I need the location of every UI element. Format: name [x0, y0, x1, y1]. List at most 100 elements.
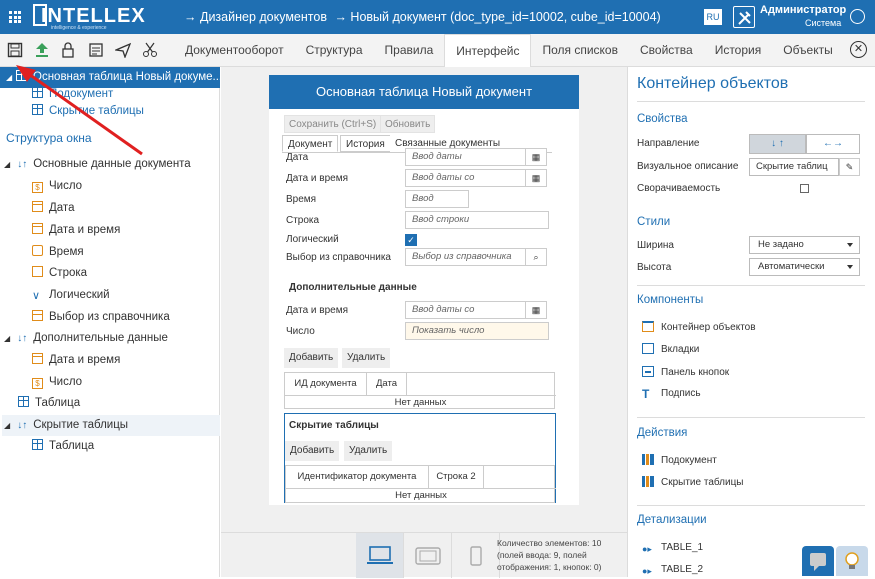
- action-subdoc[interactable]: Подокумент: [642, 454, 717, 466]
- desktop-icon[interactable]: [356, 533, 404, 578]
- tab-structure[interactable]: Структура: [295, 34, 374, 67]
- layout-arrows-icon: ↓↑: [17, 420, 28, 431]
- height-select[interactable]: Автоматически: [749, 258, 860, 276]
- width-select[interactable]: Не задано: [749, 236, 860, 254]
- user-avatar-icon[interactable]: [850, 9, 865, 24]
- string-icon: [32, 266, 43, 277]
- tab-properties[interactable]: Свойства: [629, 34, 704, 67]
- top-bar: INTELLEX intelligence & experience → Диз…: [0, 0, 875, 34]
- tree-node[interactable]: Дата и время: [32, 220, 120, 241]
- upload-icon[interactable]: [32, 40, 52, 60]
- tree-node[interactable]: Дата и время: [32, 350, 120, 371]
- properties-panel: Контейнер объектов Свойства Направление …: [627, 67, 875, 577]
- breadcrumb-item[interactable]: → Дизайнер документов: [184, 10, 327, 24]
- tree-node[interactable]: Дата: [32, 198, 74, 219]
- component-caption[interactable]: T Подпись: [642, 388, 701, 400]
- direction-vertical-button[interactable]: ↓ ↑: [749, 134, 806, 154]
- tab-rules[interactable]: Правила: [374, 34, 445, 67]
- edit-pencil-icon[interactable]: ✎: [839, 158, 860, 176]
- search-icon[interactable]: ⌕: [525, 248, 547, 266]
- lock-icon[interactable]: [58, 40, 78, 60]
- form-icon[interactable]: [86, 40, 106, 60]
- tab-workflow[interactable]: Документооборот: [174, 34, 295, 67]
- detail-table-1[interactable]: ●▸ TABLE_1: [642, 542, 703, 555]
- delete-button[interactable]: Удалить: [342, 348, 391, 368]
- table-icon: [32, 104, 43, 115]
- delete-button[interactable]: Удалить: [344, 441, 393, 461]
- action-hide-table[interactable]: Скрытие таблицы: [642, 476, 744, 488]
- no-data-label: Нет данных: [286, 488, 556, 502]
- column-header[interactable]: Строка 2: [429, 466, 484, 488]
- save-button[interactable]: Сохранить (Ctrl+S): [284, 115, 382, 133]
- add-button[interactable]: Добавить: [285, 441, 340, 461]
- tree-node[interactable]: ◢ ↓↑ Основные данные документа: [4, 154, 191, 175]
- field-label: Дата и время: [286, 173, 349, 184]
- datetime-input[interactable]: Ввод даты со временем: [405, 301, 527, 331]
- chart-icon: [642, 476, 654, 487]
- boolean-icon: ∨: [32, 290, 41, 302]
- calendar-icon[interactable]: ▦: [525, 148, 547, 166]
- save-icon[interactable]: [5, 40, 25, 60]
- element-counts: Количество элементов: 10 (полей ввода: 9…: [497, 538, 602, 572]
- language-switch[interactable]: RU: [704, 9, 722, 25]
- visual-desc-label: Визуальное описание: [637, 161, 739, 172]
- tab-objects[interactable]: Объекты: [772, 34, 844, 67]
- tree-child-hide-table[interactable]: Скрытие таблицы: [32, 101, 144, 122]
- table-icon: [32, 87, 43, 98]
- add-button[interactable]: Добавить: [284, 348, 339, 368]
- reference-input[interactable]: Выбор из справочника: [405, 248, 527, 266]
- string-input[interactable]: Ввод строки: [405, 211, 549, 229]
- tree-node[interactable]: Время: [32, 242, 84, 263]
- component-tabs[interactable]: Вкладки: [642, 343, 699, 355]
- tree-node[interactable]: $ Число: [32, 372, 82, 393]
- date-input[interactable]: Ввод даты: [405, 148, 527, 166]
- tree-node[interactable]: Таблица: [18, 393, 80, 414]
- tab-document[interactable]: Документ: [282, 135, 339, 152]
- tree-node[interactable]: Строка: [32, 263, 87, 284]
- send-icon[interactable]: [113, 40, 133, 60]
- height-label: Высота: [637, 262, 672, 273]
- column-header[interactable]: Дата: [367, 373, 407, 395]
- tab-history[interactable]: История: [340, 135, 391, 152]
- chat-icon[interactable]: [802, 546, 834, 576]
- tablet-icon[interactable]: [404, 533, 452, 578]
- breadcrumb-item: → Новый документ (doc_type_id=10002, cub…: [334, 10, 661, 24]
- datetime-input[interactable]: Ввод даты со временем: [405, 169, 527, 199]
- hide-table-title: Скрытие таблицы: [289, 420, 379, 431]
- time-input[interactable]: Ввод времен: [405, 190, 469, 220]
- tree-node[interactable]: ◢ ↓↑ Дополнительные данные: [4, 328, 168, 349]
- cut-icon[interactable]: [140, 40, 160, 60]
- field-label: Дата: [286, 152, 309, 163]
- tab-list-fields[interactable]: Поля списков: [531, 34, 629, 67]
- tree-node[interactable]: ◢ ↓↑ Скрытие таблицы: [2, 415, 220, 436]
- hint-bulb-icon[interactable]: [836, 546, 868, 576]
- column-header[interactable]: Идентификатор документа: [286, 466, 429, 488]
- calendar-icon[interactable]: ▦: [525, 301, 547, 319]
- column-header[interactable]: ИД документа: [285, 373, 367, 395]
- component-button-panel[interactable]: Панель кнопок: [642, 366, 729, 378]
- admin-tools-icon[interactable]: [733, 6, 755, 28]
- number-input[interactable]: Показать число: [405, 322, 549, 340]
- tree-node[interactable]: ∨ Логический: [32, 285, 110, 306]
- time-icon: [32, 245, 43, 256]
- number-icon: $: [32, 182, 43, 193]
- hide-table-container[interactable]: Скрытие таблицы Добавить Удалить Идентиф…: [284, 413, 556, 503]
- visual-desc-input[interactable]: Скрытие таблиц: [749, 158, 839, 176]
- form-title: Основная таблица Новый документ: [269, 75, 579, 109]
- tree-node[interactable]: $ Число: [32, 176, 82, 197]
- tree-node[interactable]: Таблица: [32, 436, 94, 457]
- refresh-button[interactable]: Обновить: [380, 115, 436, 133]
- field-label: Логический: [286, 234, 339, 245]
- close-icon[interactable]: ✕: [850, 41, 867, 58]
- phone-icon[interactable]: [452, 533, 500, 578]
- calendar-icon[interactable]: ▦: [525, 169, 547, 187]
- direction-horizontal-button[interactable]: ←→: [806, 134, 860, 154]
- tab-interface[interactable]: Интерфейс: [444, 34, 532, 68]
- apps-grid-icon[interactable]: [9, 11, 21, 23]
- collapse-checkbox[interactable]: [800, 184, 809, 193]
- boolean-checkbox[interactable]: ✓: [405, 234, 417, 246]
- detail-table-2[interactable]: ●▸ TABLE_2: [642, 564, 703, 577]
- component-container[interactable]: Контейнер объектов: [642, 321, 756, 333]
- tree-node[interactable]: Выбор из справочника: [32, 307, 170, 328]
- tab-history[interactable]: История: [704, 34, 773, 67]
